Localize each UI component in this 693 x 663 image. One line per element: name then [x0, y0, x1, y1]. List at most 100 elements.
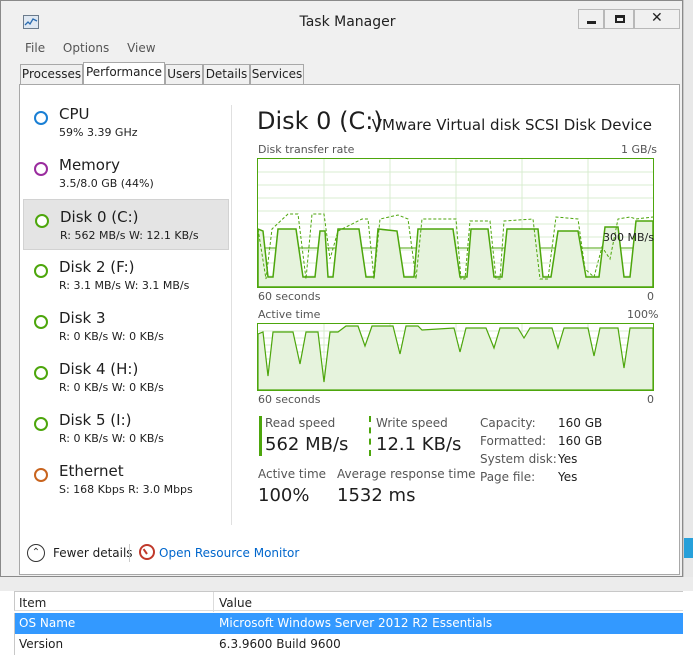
sidebar-item-label: Ethernet	[59, 462, 124, 480]
transfer-graph-zero: 0	[647, 290, 654, 303]
transfer-rate-graph[interactable]	[257, 158, 654, 288]
column-header-value[interactable]: Value	[219, 596, 252, 610]
fewer-details-button[interactable]: Fewer details	[53, 546, 133, 560]
avg-response-value: 1532 ms	[337, 485, 416, 506]
system-disk-label: System disk:	[480, 452, 557, 466]
background-window-edge	[683, 0, 693, 663]
menu-view[interactable]: View	[127, 41, 155, 55]
transfer-graph-time: 60 seconds	[258, 290, 321, 303]
sidebar-item-detail: 3.5/8.0 GB (44%)	[59, 177, 154, 190]
active-time-graph[interactable]	[257, 323, 654, 391]
disk-indicator-icon	[34, 417, 48, 431]
page-file-label: Page file:	[480, 470, 536, 484]
sidebar-item-detail: R: 3.1 MB/s W: 3.1 MB/s	[59, 279, 190, 292]
write-speed-value: 12.1 KB/s	[376, 434, 462, 455]
sidebar-item-memory[interactable]: Memory 3.5/8.0 GB (44%)	[23, 148, 229, 199]
menu-bar: File Options View	[25, 41, 170, 59]
tab-services[interactable]: Services	[250, 64, 304, 84]
page-title: Disk 0 (C:)	[257, 107, 383, 135]
chevron-up-icon[interactable]: ⌃	[27, 544, 45, 562]
cpu-indicator-icon	[34, 111, 48, 125]
sidebar-item-label: Disk 0 (C:)	[60, 208, 139, 226]
menu-options[interactable]: Options	[63, 41, 109, 55]
device-name: VMware Virtual disk SCSI Disk Device	[371, 116, 652, 134]
minimize-icon	[587, 21, 596, 24]
resource-monitor-icon[interactable]	[139, 544, 155, 560]
sidebar-item-detail: R: 0 KB/s W: 0 KB/s	[59, 432, 164, 445]
row-value: Microsoft Windows Server 2012 R2 Essenti…	[219, 616, 493, 630]
background-accent	[684, 538, 693, 558]
read-speed-value: 562 MB/s	[265, 434, 349, 455]
tab-users[interactable]: Users	[165, 64, 203, 84]
close-button[interactable]: ✕	[634, 9, 680, 29]
system-disk-value: Yes	[558, 452, 578, 466]
sidebar-item-cpu[interactable]: CPU 59% 3.39 GHz	[23, 97, 229, 148]
sidebar-item-disk-2[interactable]: Disk 2 (F:) R: 3.1 MB/s W: 3.1 MB/s	[23, 250, 229, 301]
disk-indicator-icon	[34, 315, 48, 329]
sidebar-item-label: Disk 5 (I:)	[59, 411, 132, 429]
sidebar-item-ethernet[interactable]: Ethernet S: 168 Kbps R: 3.0 Mbps	[23, 454, 229, 505]
column-header-item[interactable]: Item	[19, 596, 46, 610]
formatted-label: Formatted:	[480, 434, 547, 448]
formatted-value: 160 GB	[558, 434, 603, 448]
close-icon: ✕	[651, 10, 663, 26]
task-manager-window: Task Manager ✕ File Options View Process…	[0, 0, 683, 577]
active-graph-zero: 0	[647, 393, 654, 406]
performance-panel: CPU 59% 3.39 GHz Memory 3.5/8.0 GB (44%)…	[19, 84, 680, 575]
maximize-button[interactable]	[604, 9, 634, 29]
tab-processes[interactable]: Processes	[20, 64, 83, 84]
background-strip	[0, 577, 693, 591]
menu-file[interactable]: File	[25, 41, 45, 55]
title-bar[interactable]: Task Manager ✕	[1, 1, 682, 39]
disk-indicator-icon	[34, 264, 48, 278]
minimize-button[interactable]	[578, 9, 604, 29]
transfer-graph-max: 1 GB/s	[621, 143, 658, 156]
active-time-label: Active time	[258, 467, 327, 481]
transfer-graph-label: Disk transfer rate	[258, 143, 355, 156]
sidebar-item-disk-5[interactable]: Disk 5 (I:) R: 0 KB/s W: 0 KB/s	[23, 403, 229, 454]
resource-sidebar: CPU 59% 3.39 GHz Memory 3.5/8.0 GB (44%)…	[23, 97, 229, 505]
write-speed-indicator	[369, 416, 371, 456]
sidebar-item-disk-0[interactable]: Disk 0 (C:) R: 562 MB/s W: 12.1 KB/s	[23, 199, 229, 250]
write-speed-label: Write speed	[376, 416, 448, 430]
sidebar-item-detail: R: 562 MB/s W: 12.1 KB/s	[60, 229, 199, 242]
tab-performance[interactable]: Performance	[83, 62, 165, 85]
active-graph-label: Active time	[258, 308, 321, 321]
row-item: Version	[19, 637, 64, 651]
sidebar-item-detail: R: 0 KB/s W: 0 KB/s	[59, 330, 164, 343]
open-resource-monitor-link[interactable]: Open Resource Monitor	[159, 546, 299, 560]
row-value: 6.3.9600 Build 9600	[219, 637, 341, 651]
sidebar-item-disk-3[interactable]: Disk 3 R: 0 KB/s W: 0 KB/s	[23, 301, 229, 352]
table-row[interactable]: Version 6.3.9600 Build 9600	[14, 634, 683, 655]
capacity-value: 160 GB	[558, 416, 603, 430]
active-time-value: 100%	[258, 485, 310, 506]
sidebar-item-label: Disk 2 (F:)	[59, 258, 135, 276]
read-speed-label: Read speed	[265, 416, 336, 430]
maximize-icon	[615, 15, 625, 23]
transfer-graph-mid: 300 MB/s	[603, 231, 654, 244]
sidebar-item-label: CPU	[59, 105, 90, 123]
page-file-value: Yes	[558, 470, 578, 484]
sidebar-item-label: Disk 4 (H:)	[59, 360, 139, 378]
system-info-header: Item Value	[14, 591, 683, 612]
sidebar-item-disk-4[interactable]: Disk 4 (H:) R: 0 KB/s W: 0 KB/s	[23, 352, 229, 403]
sidebar-item-label: Disk 3	[59, 309, 106, 327]
sidebar-item-detail: S: 168 Kbps R: 3.0 Mbps	[59, 483, 193, 496]
panel-divider[interactable]	[231, 105, 232, 525]
memory-indicator-icon	[34, 162, 48, 176]
tab-details[interactable]: Details	[203, 64, 250, 84]
table-row[interactable]: OS Name Microsoft Windows Server 2012 R2…	[14, 613, 683, 634]
read-speed-indicator	[259, 416, 262, 456]
active-graph-time: 60 seconds	[258, 393, 321, 406]
avg-response-label: Average response time	[337, 467, 476, 481]
active-graph-max: 100%	[627, 308, 659, 321]
disk-indicator-icon	[35, 214, 49, 228]
sidebar-item-detail: 59% 3.39 GHz	[59, 126, 138, 139]
capacity-label: Capacity:	[480, 416, 536, 430]
ethernet-indicator-icon	[34, 468, 48, 482]
sidebar-item-detail: R: 0 KB/s W: 0 KB/s	[59, 381, 164, 394]
row-item: OS Name	[19, 616, 76, 630]
sidebar-item-label: Memory	[59, 156, 121, 174]
column-separator[interactable]	[213, 592, 214, 612]
system-info-table: Item Value OS Name Microsoft Windows Ser…	[0, 591, 693, 663]
